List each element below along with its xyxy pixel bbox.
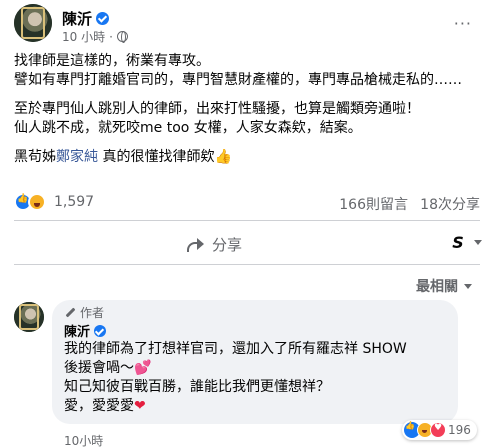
divider — [14, 220, 480, 221]
comment-count[interactable]: 166則留言 — [339, 194, 408, 214]
haha-reaction-icon[interactable] — [28, 193, 46, 211]
post-line: 譬如有專門打離婚官司的，專門智慧財產權的，專門專品槍械走私的…… — [14, 72, 462, 88]
share-count[interactable]: 18次分享 — [420, 194, 480, 214]
more-options-button[interactable]: ··· — [454, 14, 472, 33]
comment-line: 後援會喎～💕 — [64, 360, 152, 376]
sort-label: 最相關 — [416, 279, 458, 295]
author-badge-label: 作者 — [80, 306, 105, 320]
comment-line: 我的律師為了打想祥官司，還加入了所有羅志祥 SHOW — [64, 341, 407, 357]
post-line: 仙人跳不成，就死咬me too 女權，人家女森欸，結案。 — [14, 120, 362, 136]
comment-sort-dropdown[interactable]: 最相關 — [416, 276, 472, 296]
post-stats: 1,597 166則留言 18次分享 — [14, 192, 480, 214]
comment-reaction-count: 196 — [448, 423, 471, 437]
author-name[interactable]: 陳沂 — [62, 8, 92, 29]
post-line-mention: 黑茍姊鄭家純 真的很懂找律師欸👍 — [14, 149, 232, 165]
post-line: 至於專門仙人跳別人的律師，出來打性騷擾，也算是觸類旁通啦！ — [14, 101, 420, 117]
comment-author[interactable]: 陳沂 — [64, 321, 107, 340]
comment-line: 愛，愛愛愛❤ — [64, 398, 146, 414]
chevron-down-icon — [464, 283, 472, 289]
facebook-post: 陳沂 10 小時 · ··· 找律師是這樣的，術業有專攻。 譬如有專門打離婚官司… — [0, 0, 494, 448]
pen-icon — [64, 307, 76, 319]
reaction-count[interactable]: 1,597 — [54, 194, 94, 210]
share-button[interactable]: 分享 — [186, 234, 242, 255]
post-line: 找律師是這樣的，術業有專攻。 — [14, 53, 210, 69]
page-logo-icon[interactable]: S — [448, 234, 468, 252]
verified-badge-icon — [96, 12, 110, 25]
verified-badge-icon — [94, 324, 107, 337]
comment-text: 我的律師為了打想祥官司，還加入了所有羅志祥 SHOW 後援會喎～💕 知己知彼百戰… — [64, 340, 454, 416]
post-meta: 10 小時 · — [62, 28, 128, 45]
divider — [14, 264, 480, 265]
share-label: 分享 — [212, 236, 243, 254]
comment-author-name[interactable]: 陳沂 — [64, 321, 90, 340]
globe-icon — [116, 31, 128, 43]
author-badge: 作者 — [64, 304, 104, 321]
author-avatar[interactable] — [14, 4, 52, 42]
post-author[interactable]: 陳沂 — [62, 8, 110, 29]
heart-emoji-icon: ❤ — [134, 398, 146, 414]
comment-reactions[interactable]: 196 — [402, 420, 477, 440]
post-time[interactable]: 10 小時 — [62, 28, 105, 45]
mention-link[interactable]: 鄭家純 — [56, 149, 98, 165]
share-arrow-icon — [186, 237, 204, 252]
post-body: 找律師是這樣的，術業有專攻。 譬如有專門打離婚官司的，專門智慧財產權的，專門專品… — [14, 52, 474, 167]
commenter-avatar[interactable] — [14, 302, 44, 332]
comment-line: 知己知彼百戰百勝，誰能比我們更懂想祥？ — [64, 379, 330, 395]
chevron-down-icon[interactable] — [474, 240, 482, 245]
thumbs-up-emoji-icon: 👍 — [214, 149, 232, 165]
comment-time[interactable]: 10小時 — [64, 432, 103, 448]
love-reaction-icon — [430, 422, 446, 438]
